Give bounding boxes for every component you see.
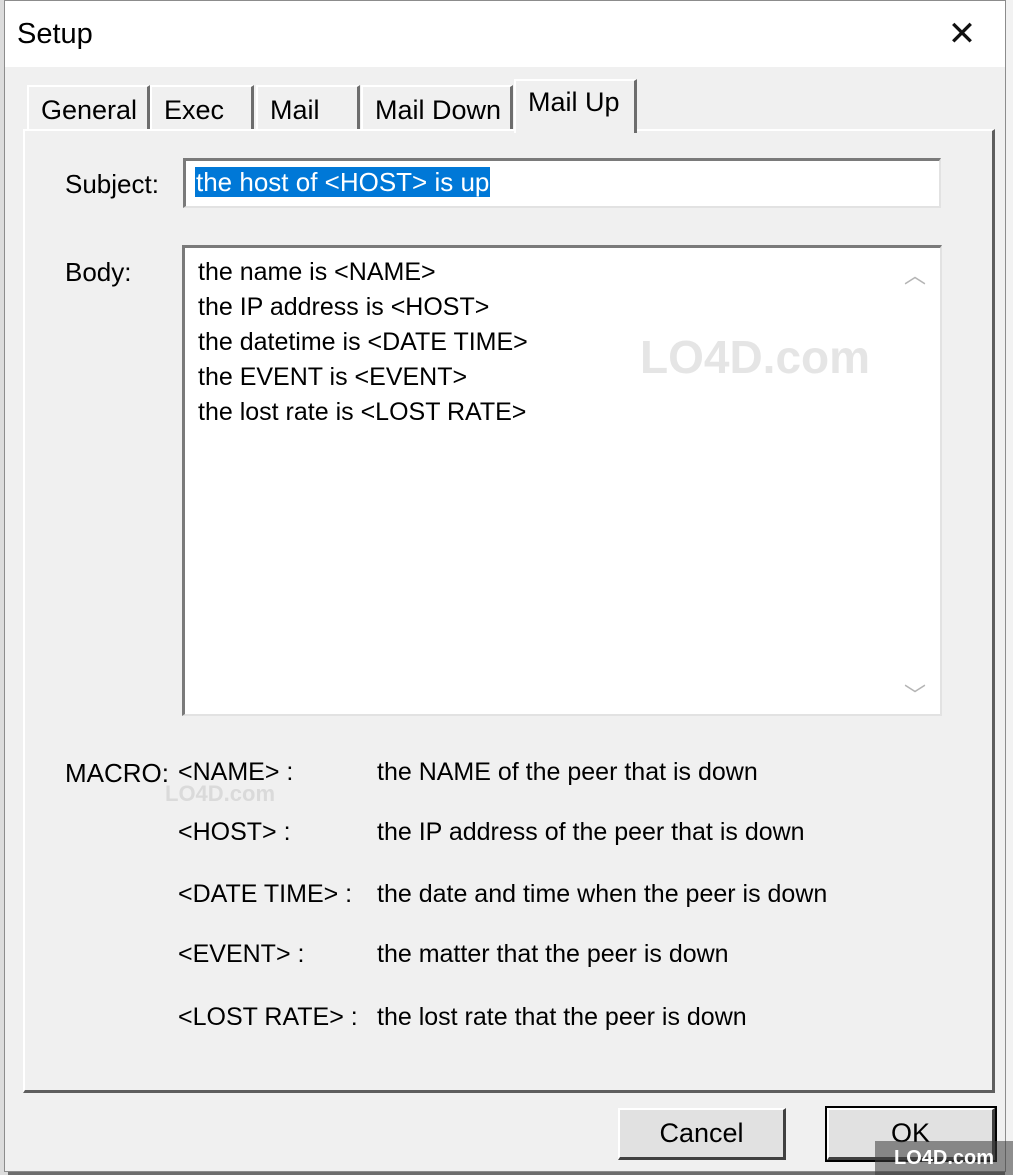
setup-dialog: Setup ✕ General Exec Mail Mail Down Mail… (4, 0, 1006, 1172)
tab-general[interactable]: General (27, 85, 150, 131)
cancel-button[interactable]: Cancel (618, 1108, 786, 1160)
chevron-down-icon: ﹀ (904, 683, 927, 708)
tab-label: Exec (164, 95, 225, 125)
subject-value: the host of <HOST> is up (195, 167, 491, 197)
macro-description: the date and time when the peer is down (377, 880, 828, 908)
body-line: the EVENT is <EVENT> (198, 363, 468, 391)
title-bar[interactable]: Setup ✕ (5, 1, 1005, 67)
background-right-edge (1005, 0, 1013, 1175)
tab-label: Mail Up (528, 87, 620, 117)
tab-label: Mail Down (375, 95, 502, 125)
close-button[interactable]: ✕ (919, 1, 1005, 67)
watermark: LO4D.com (640, 331, 871, 383)
macro-key: <NAME> : (178, 758, 294, 786)
macro-description: the lost rate that the peer is down (377, 1003, 747, 1031)
subject-input[interactable]: the host of <HOST> is up (183, 158, 941, 208)
subject-label: Subject: (65, 169, 159, 199)
scroll-up-button[interactable]: ︿ (904, 258, 926, 290)
macro-description: the matter that the peer is down (377, 940, 729, 968)
macro-description: the NAME of the peer that is down (377, 758, 758, 786)
chevron-up-icon: ︿ (904, 263, 927, 288)
body-line: the IP address is <HOST> (198, 293, 490, 321)
macro-label: MACRO: (65, 758, 169, 788)
body-textarea[interactable]: the name is <NAME> the IP address is <HO… (182, 245, 942, 716)
macro-description: the IP address of the peer that is down (377, 818, 805, 846)
tab-label: Mail (270, 95, 320, 125)
watermark-corner-badge: LO4D.com (875, 1141, 1013, 1175)
body-label: Body: (65, 257, 132, 287)
tab-mail-down[interactable]: Mail Down (361, 85, 513, 131)
tab-exec[interactable]: Exec (150, 85, 254, 131)
macro-key: <DATE TIME> : (178, 880, 353, 908)
body-line: the datetime is <DATE TIME> (198, 328, 528, 356)
macro-key: <HOST> : (178, 818, 291, 846)
close-icon: ✕ (947, 15, 977, 53)
body-line: the name is <NAME> (198, 258, 436, 286)
body-line: the lost rate is <LOST RATE> (198, 398, 527, 426)
tab-mail-up[interactable]: Mail Up (514, 79, 637, 133)
macro-key: <LOST RATE> : (178, 1003, 358, 1031)
tab-label: General (41, 95, 138, 125)
scroll-down-button[interactable]: ﹀ (904, 678, 926, 710)
mail-up-panel: Subject: the host of <HOST> is up Body: … (23, 129, 995, 1093)
tab-mail[interactable]: Mail (256, 85, 360, 131)
macro-key: <EVENT> : (178, 940, 305, 968)
window-title: Setup (17, 18, 93, 50)
